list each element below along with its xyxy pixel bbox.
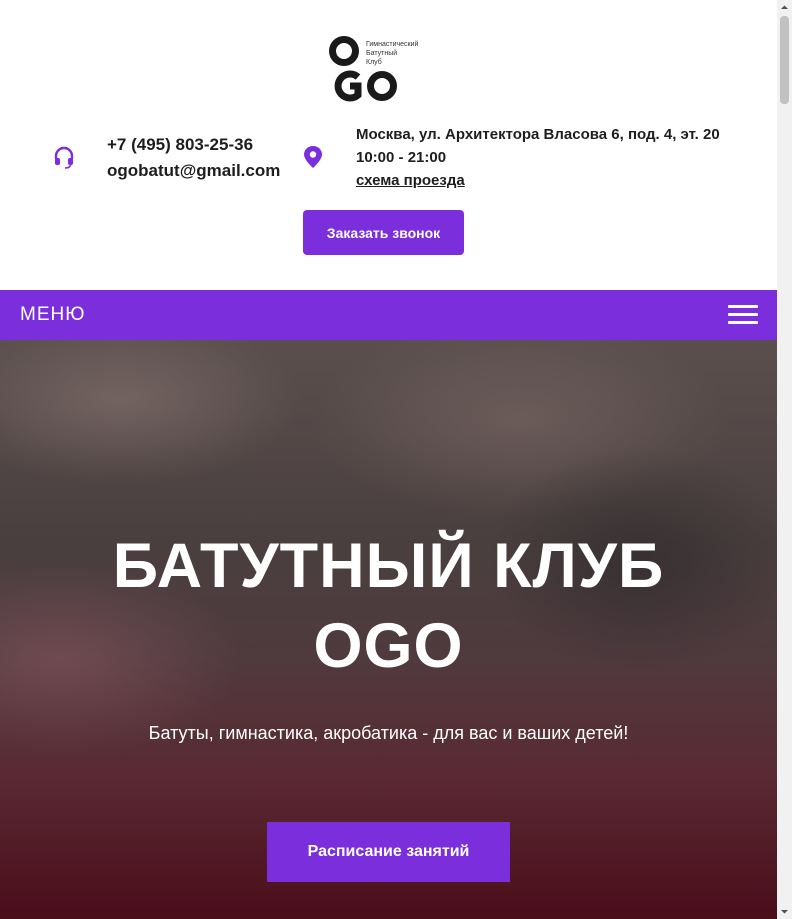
menu-label[interactable]: МЕНЮ	[20, 304, 85, 326]
route-map-link[interactable]: схема проезда	[356, 170, 465, 192]
schedule-button[interactable]: Расписание занятий	[267, 822, 510, 882]
scroll-down-arrow-icon[interactable]	[777, 904, 792, 919]
headset-icon	[54, 146, 74, 169]
logo-caption: Гимнастический Батутный Клуб	[366, 40, 430, 67]
hamburger-line	[728, 305, 758, 308]
page: Гимнастический Батутный Клуб +7 (495) 80…	[0, 0, 777, 919]
site-header: Гимнастический Батутный Клуб +7 (495) 80…	[0, 0, 777, 290]
hamburger-line	[728, 313, 758, 316]
vertical-scrollbar[interactable]	[777, 0, 792, 919]
opening-hours: 10:00 - 21:00	[356, 149, 447, 166]
logo-caption-line: Батутный	[366, 50, 398, 57]
hero-title-line: БАТУТНЫЙ КЛУБ	[112, 531, 665, 601]
hamburger-line	[728, 321, 758, 324]
hero-title-line: OGO	[313, 611, 464, 681]
nav-bar: МЕНЮ	[0, 290, 777, 340]
logo-caption-line: Клуб	[366, 59, 382, 66]
scrollbar-thumb[interactable]	[780, 16, 789, 104]
logo-caption-line: Гимнастический	[366, 41, 419, 48]
address-text: Москва, ул. Архитектора Власова 6, под. …	[356, 126, 720, 143]
scroll-up-arrow-icon[interactable]	[777, 0, 792, 15]
hero-subtitle: Батуты, гимнастика, акробатика - для вас…	[148, 723, 629, 743]
email-address[interactable]: ogobatut@gmail.com	[107, 160, 280, 182]
club-logo[interactable]: Гимнастический Батутный Клуб	[328, 35, 428, 105]
phone-number[interactable]: +7 (495) 803-25-36	[107, 134, 253, 156]
map-pin-icon	[304, 146, 322, 168]
hero-section: БАТУТНЫЙ КЛУБ OGO Батуты, гимнастика, ак…	[0, 340, 777, 919]
hero-title: БАТУТНЫЙ КЛУБ OGO	[0, 526, 777, 686]
order-call-button[interactable]: Заказать звонок	[303, 210, 464, 255]
hamburger-icon[interactable]	[728, 304, 758, 326]
